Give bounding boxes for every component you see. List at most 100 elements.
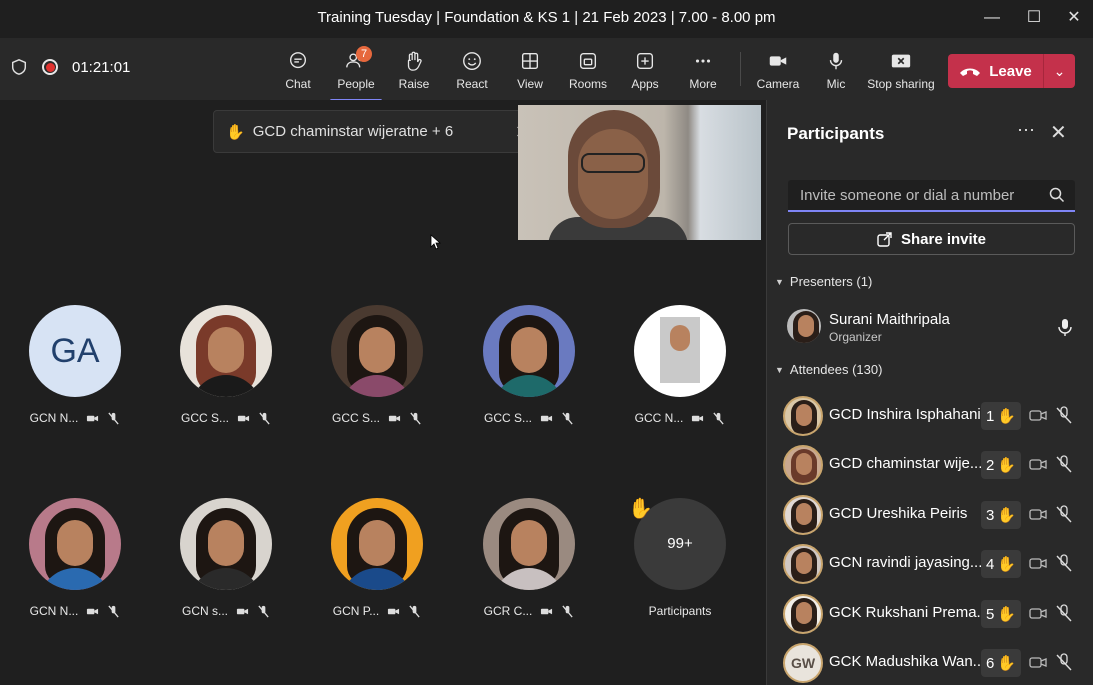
grid-view-icon	[521, 52, 539, 70]
mic-off-icon	[713, 412, 724, 424]
more-button[interactable]: More	[673, 48, 733, 91]
participant-row[interactable]: GCK Rukshani Prema... 5 ✋	[783, 592, 1083, 636]
mic-off-icon	[258, 605, 269, 617]
participant-tile[interactable]: GA GCN N...	[10, 305, 140, 425]
mic-off-icon	[409, 605, 420, 617]
camera-off-icon	[692, 415, 704, 421]
leave-main[interactable]: Leave	[948, 63, 1043, 80]
camera-off-icon	[1029, 459, 1047, 470]
avatar	[483, 305, 575, 397]
meeting-stage: ✋ GCD chaminstar wijeratne + 6 ✕ GA GCN …	[0, 100, 766, 685]
mic-off-icon	[108, 605, 119, 617]
panel-title: Participants	[787, 124, 885, 143]
close-panel-icon[interactable]: ✕	[1050, 120, 1067, 145]
raise-hand-icon	[407, 51, 422, 71]
presenter-video	[518, 105, 761, 240]
camera-off-icon	[388, 415, 401, 421]
shield-icon	[11, 59, 27, 75]
mic-button[interactable]: Mic	[806, 48, 866, 91]
smiley-icon	[463, 52, 481, 70]
participant-row[interactable]: Surani Maithripala Organizer	[787, 305, 1087, 349]
avatar: GA	[29, 305, 121, 397]
avatar	[634, 305, 726, 397]
apps-icon	[636, 52, 654, 70]
hand-queue-badge: 5 ✋	[981, 600, 1021, 628]
participant-tile[interactable]: GCC S...	[161, 305, 291, 425]
avatar	[180, 498, 272, 590]
raised-hands-toast[interactable]: ✋ GCD chaminstar wijeratne + 6 ✕	[213, 110, 543, 153]
avatar	[783, 495, 823, 535]
participant-tile[interactable]: GCN N...	[10, 498, 140, 618]
avatar	[783, 544, 823, 584]
camera-off-icon	[1029, 558, 1047, 569]
minimize-icon[interactable]: —	[980, 6, 1004, 30]
leave-options-chevron-icon[interactable]: ⌄	[1044, 63, 1075, 80]
share-invite-button[interactable]: Share invite	[788, 223, 1075, 255]
chat-icon	[289, 52, 307, 69]
hand-queue-badge: 4 ✋	[981, 550, 1021, 578]
view-button[interactable]: View	[500, 48, 560, 91]
raise-hand-emoji-icon: ✋	[997, 556, 1017, 573]
participant-tile[interactable]: GCN s...	[161, 498, 291, 618]
maximize-icon[interactable]: ☐	[1022, 6, 1046, 30]
attendees-section-header[interactable]: ▼ Attendees (130)	[775, 362, 882, 377]
stop-share-icon	[891, 54, 911, 68]
participant-row[interactable]: GCD Ureshika Peiris 3 ✋	[783, 493, 1083, 537]
participant-row[interactable]: GCD chaminstar wije... 2 ✋	[783, 443, 1083, 487]
share-icon	[877, 232, 892, 247]
apps-button[interactable]: Apps	[615, 48, 675, 91]
raise-hand-emoji-icon: ✋	[997, 655, 1017, 672]
participant-tile[interactable]: GCC N...	[615, 305, 745, 425]
avatar	[331, 305, 423, 397]
search-icon[interactable]	[1049, 187, 1065, 203]
mic-off-icon	[562, 605, 573, 617]
camera-off-icon	[236, 608, 249, 614]
avatar	[783, 594, 823, 634]
camera-off-icon	[541, 608, 553, 614]
meeting-timer: 01:21:01	[72, 58, 131, 76]
mic-off-icon	[1056, 554, 1072, 572]
title-bar: Training Tuesday | Foundation & KS 1 | 2…	[0, 0, 1093, 36]
recording-icon	[42, 59, 58, 75]
raise-hand-icon: ✋	[628, 498, 653, 520]
raise-hand-emoji-icon: ✋	[997, 507, 1017, 524]
avatar	[783, 445, 823, 485]
raise-hand-emoji-icon: ✋	[997, 457, 1017, 474]
hangup-icon	[960, 68, 981, 76]
participant-tile[interactable]: GCC S...	[312, 305, 442, 425]
camera-off-icon	[87, 415, 99, 421]
camera-button[interactable]: Camera	[748, 48, 808, 91]
participant-row[interactable]: GCD Inshira Isphahani 1 ✋	[783, 394, 1083, 438]
participant-row[interactable]: GW GCK Madushika Wan... 6 ✋	[783, 641, 1083, 685]
close-window-icon[interactable]: ✕	[1062, 6, 1086, 30]
camera-off-icon	[1029, 657, 1047, 668]
leave-button[interactable]: Leave ⌄	[948, 54, 1075, 88]
camera-off-icon	[87, 608, 99, 614]
presenters-section-header[interactable]: ▼ Presenters (1)	[775, 274, 872, 289]
stop-sharing-button[interactable]: Stop sharing	[864, 48, 938, 91]
mic-icon	[1058, 319, 1072, 336]
mic-icon	[829, 52, 843, 70]
meeting-toolbar: 01:21:01 Chat 7 People Raise React View …	[0, 38, 1093, 102]
participant-tile[interactable]: GCN P...	[312, 498, 442, 618]
chat-button[interactable]: Chat	[268, 48, 328, 91]
invite-input[interactable]	[788, 180, 1038, 210]
hand-queue-badge: 2 ✋	[981, 451, 1021, 479]
camera-off-icon	[1029, 509, 1047, 520]
collapse-triangle-icon: ▼	[775, 276, 784, 287]
raise-button[interactable]: Raise	[384, 48, 444, 91]
toolbar-divider	[740, 52, 741, 86]
camera-off-icon	[1029, 410, 1047, 421]
participant-tile[interactable]: GCR C...	[464, 498, 594, 618]
people-button[interactable]: 7 People	[326, 46, 386, 102]
camera-off-icon	[1029, 608, 1047, 619]
participant-row[interactable]: GCN ravindi jayasing... 4 ✋	[783, 542, 1083, 586]
invite-search[interactable]	[788, 180, 1075, 212]
hand-queue-badge: 3 ✋	[981, 501, 1021, 529]
toast-text: GCD chaminstar wijeratne + 6	[252, 123, 454, 140]
rooms-button[interactable]: Rooms	[558, 48, 618, 91]
react-button[interactable]: React	[442, 48, 502, 91]
avatar	[331, 498, 423, 590]
more-options-icon[interactable]: ⋯	[1017, 120, 1035, 141]
participant-tile[interactable]: GCC S...	[464, 305, 594, 425]
